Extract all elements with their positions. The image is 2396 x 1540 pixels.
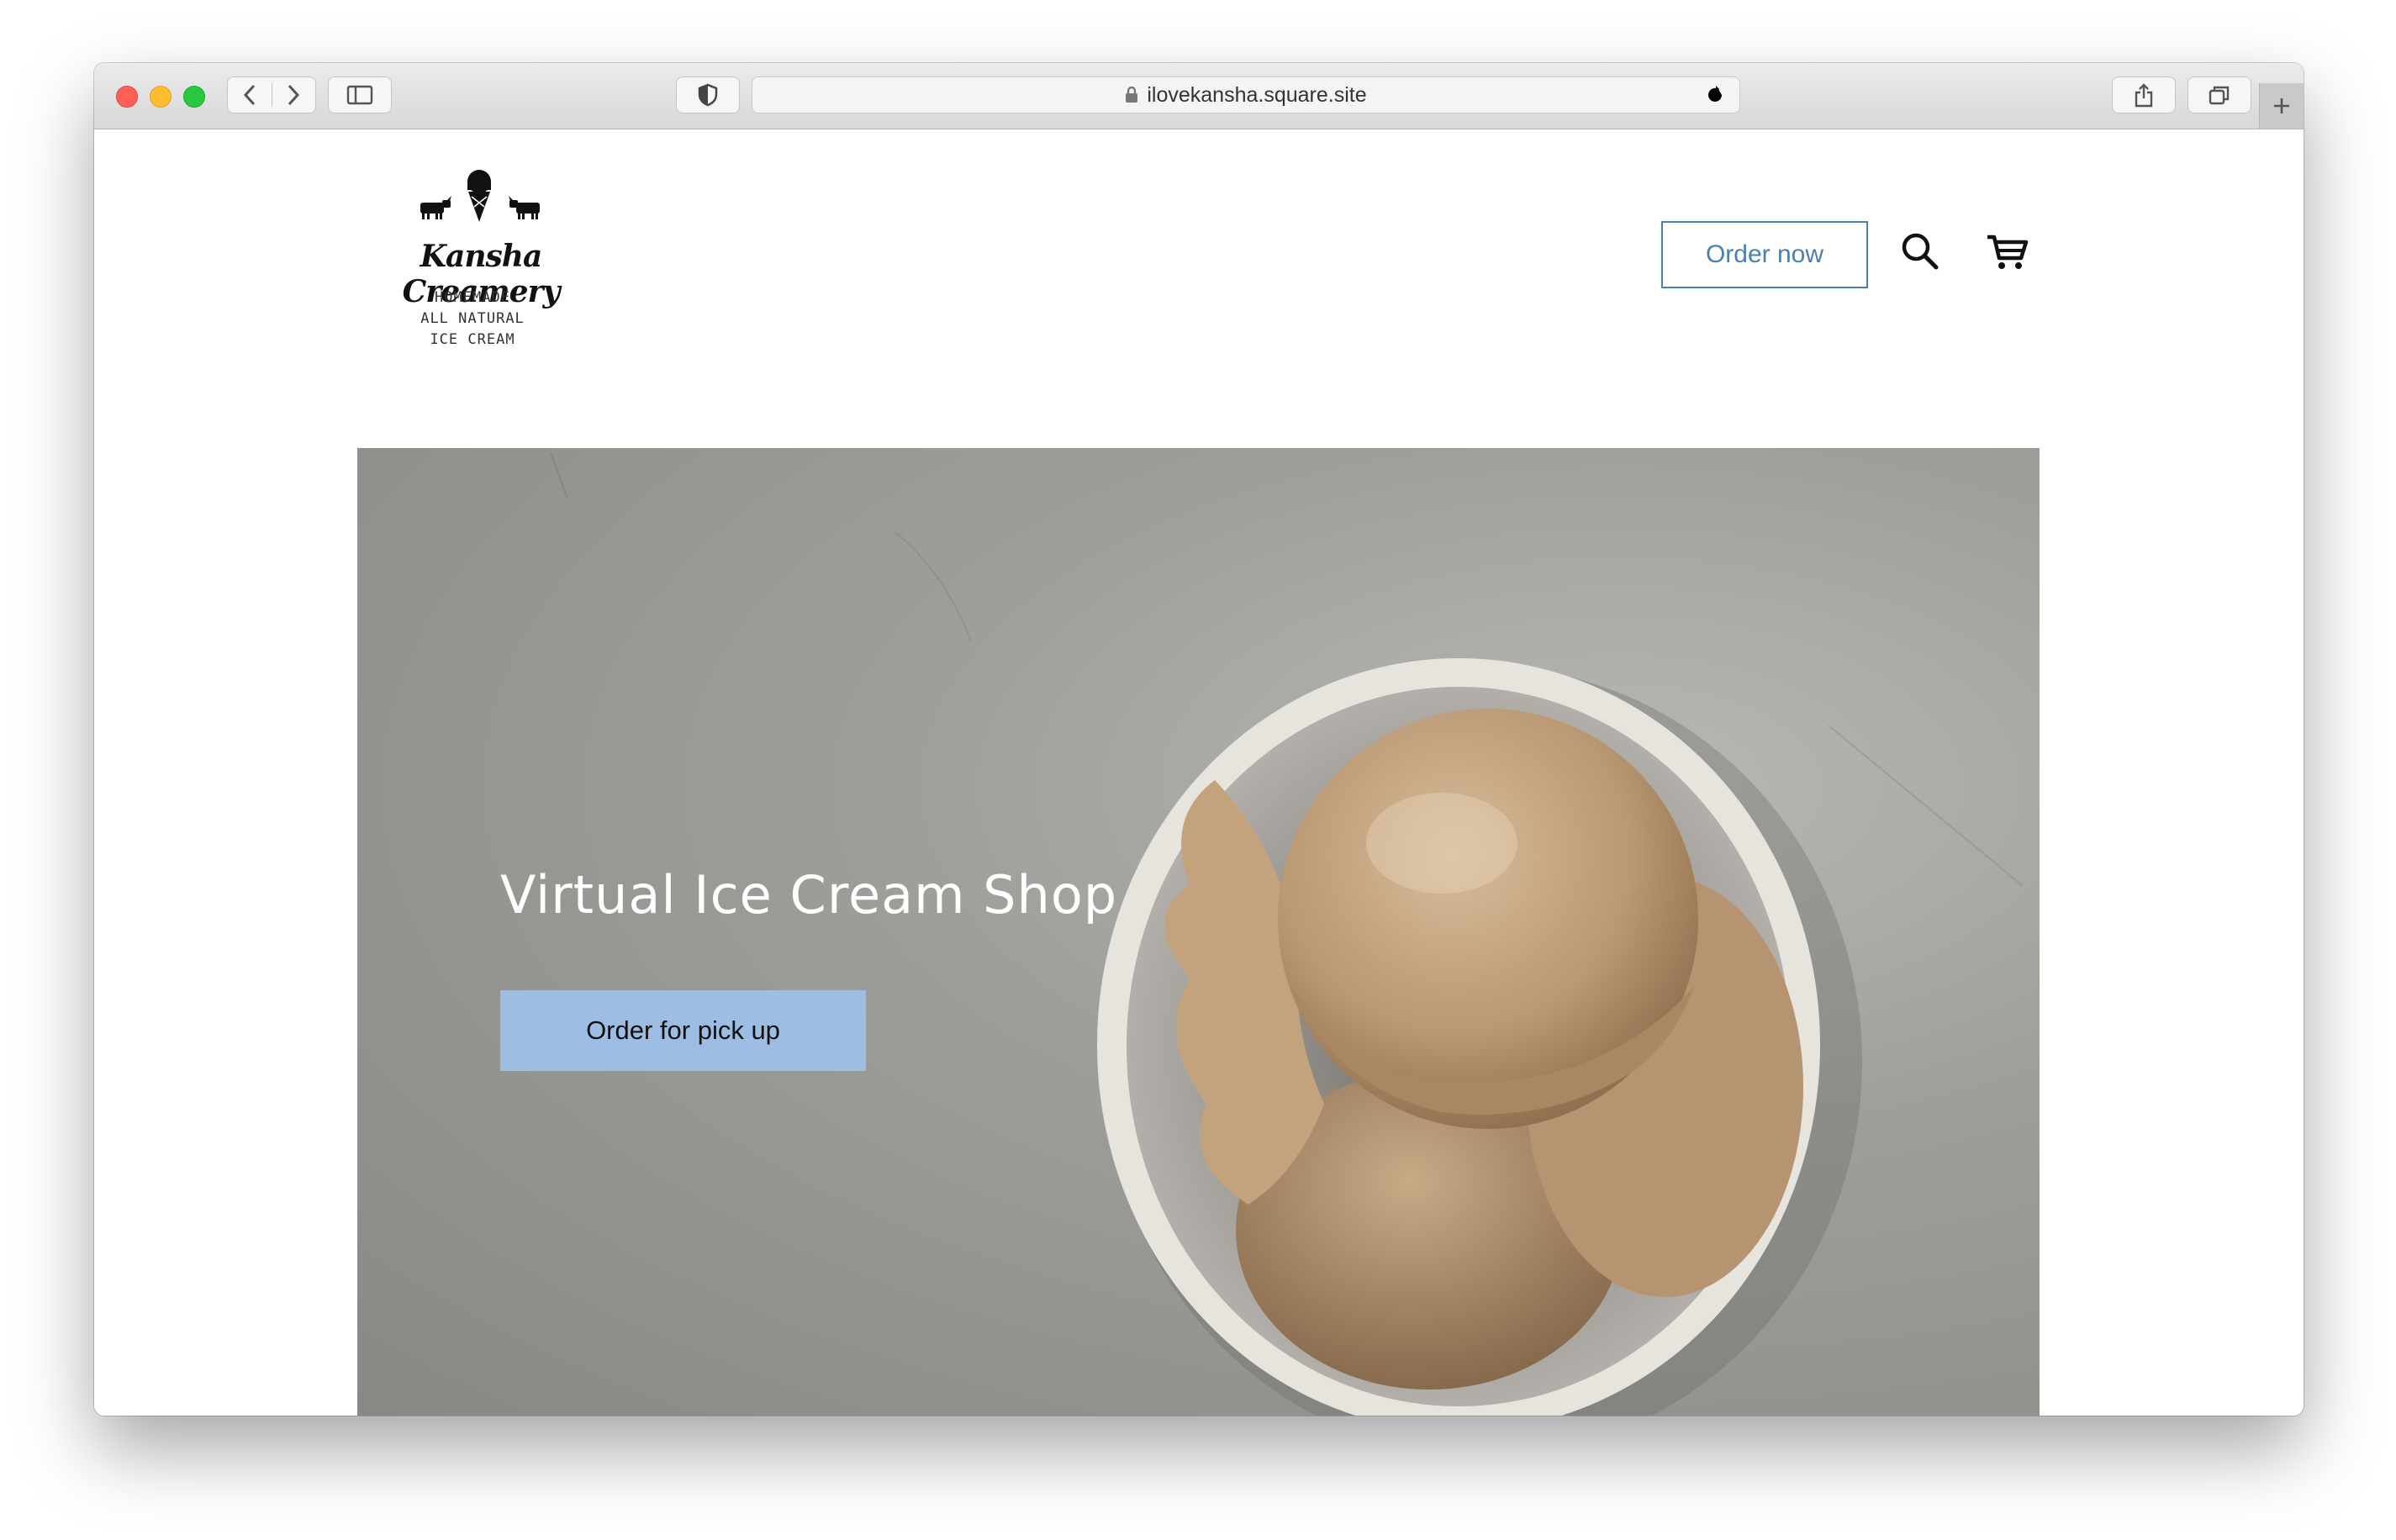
address-bar[interactable]: ilovekansha.square.site	[752, 76, 1740, 113]
browser-toolbar: ilovekansha.square.site	[94, 63, 2304, 129]
logo-tagline-line: ICE CREAM	[430, 331, 515, 348]
back-icon[interactable]	[228, 83, 272, 107]
forward-icon[interactable]	[272, 83, 316, 107]
hero-title: Virtual Ice Cream Shop	[500, 864, 1118, 926]
show-tabs-button[interactable]	[2188, 76, 2251, 113]
url-text: ilovekansha.square.site	[1147, 82, 1367, 107]
new-tab-button[interactable]	[2259, 83, 2304, 129]
logo-tagline: HOMEMADE ALL NATURAL ICE CREAM	[355, 287, 590, 351]
sidebar-button[interactable]	[328, 76, 392, 113]
search-icon[interactable]	[1900, 231, 1940, 272]
cow-icon	[420, 196, 451, 219]
share-button[interactable]	[2112, 76, 2176, 113]
page-content: Kansha Creamery HOMEMADE ALL NATURAL ICE…	[94, 129, 2304, 1416]
logo-tagline-line: ALL NATURAL	[420, 310, 525, 327]
close-window-button[interactable]	[116, 86, 138, 108]
logo-tagline-line: HOMEMADE	[435, 289, 510, 306]
minimize-window-button[interactable]	[150, 86, 172, 108]
privacy-report-button[interactable]	[676, 76, 740, 113]
browser-window: ilovekansha.square.site Kansha Creamery …	[94, 63, 2304, 1416]
shield-icon	[698, 83, 718, 107]
cart-icon[interactable]	[1986, 233, 2029, 272]
share-icon	[2135, 83, 2153, 108]
plus-icon	[2274, 98, 2289, 113]
lock-icon	[1126, 87, 1138, 103]
history-nav	[227, 76, 316, 113]
zoom-window-button[interactable]	[183, 86, 205, 108]
order-now-button[interactable]: Order now	[1661, 221, 1868, 288]
tabs-icon	[2209, 86, 2230, 105]
order-for-pickup-button[interactable]: Order for pick up	[500, 990, 866, 1071]
sidebar-icon	[346, 85, 373, 105]
ice-cream-cone-icon	[420, 170, 540, 222]
site-logo[interactable]: Kansha Creamery HOMEMADE ALL NATURAL ICE…	[355, 165, 607, 367]
ice-cream-bowl-image	[550, 451, 2023, 1416]
reload-icon[interactable]	[1704, 84, 1726, 106]
hero-banner: Virtual Ice Cream Shop Order for pick up	[357, 448, 2040, 1416]
